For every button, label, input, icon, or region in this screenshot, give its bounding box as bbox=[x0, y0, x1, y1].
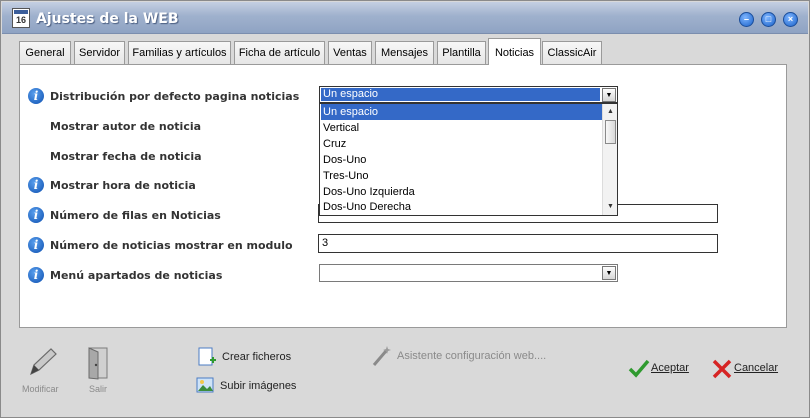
scroll-up-icon[interactable]: ▲ bbox=[604, 105, 617, 118]
chevron-down-icon[interactable]: ▼ bbox=[602, 266, 616, 280]
tab-noticias[interactable]: Noticias bbox=[488, 38, 541, 65]
mostrar-modulo-input[interactable]: 3 bbox=[318, 234, 718, 253]
distribucion-select[interactable]: Un espacio ▼ bbox=[319, 86, 618, 103]
image-upload-icon[interactable] bbox=[196, 376, 216, 396]
filas-label: Número de filas en Noticias bbox=[50, 209, 221, 222]
distribucion-label: Distribución por defecto pagina noticias bbox=[50, 90, 300, 103]
apartados-label: Menú apartados de noticias bbox=[50, 269, 223, 282]
info-icon[interactable]: i bbox=[28, 237, 44, 253]
calendar-app-icon: 16 bbox=[12, 8, 30, 28]
close-button[interactable]: × bbox=[783, 12, 798, 27]
apartados-select[interactable]: ▼ bbox=[319, 264, 618, 282]
scroll-thumb[interactable] bbox=[605, 120, 616, 144]
settings-window: 16 Ajustes de la WEB – □ × General Servi… bbox=[0, 0, 810, 418]
hora-label: Mostrar hora de noticia bbox=[50, 179, 196, 192]
tab-ventas[interactable]: Ventas bbox=[328, 41, 372, 64]
title-bar: 16 Ajustes de la WEB – □ × bbox=[2, 2, 808, 34]
pencil-icon[interactable] bbox=[25, 346, 59, 380]
tab-general[interactable]: General bbox=[19, 41, 71, 64]
mostrar-modulo-label: Número de noticias mostrar en modulo bbox=[50, 239, 293, 252]
tab-servidor[interactable]: Servidor bbox=[74, 41, 125, 64]
aceptar-button[interactable]: Aceptar bbox=[651, 362, 689, 374]
subir-imagenes-button[interactable]: Subir imágenes bbox=[220, 380, 296, 392]
cross-icon[interactable] bbox=[711, 358, 733, 380]
autor-label: Mostrar autor de noticia bbox=[50, 120, 202, 133]
fecha-label: Mostrar fecha de noticia bbox=[50, 150, 202, 163]
maximize-button[interactable]: □ bbox=[761, 12, 776, 27]
chevron-down-icon[interactable]: ▼ bbox=[602, 88, 616, 102]
magic-wand-icon[interactable] bbox=[371, 344, 393, 368]
scroll-down-icon[interactable]: ▼ bbox=[604, 200, 617, 213]
asistente-button[interactable]: Asistente configuración web.... bbox=[397, 350, 546, 362]
list-item[interactable]: Dos-Uno bbox=[321, 152, 602, 168]
list-item[interactable]: Vertical bbox=[321, 120, 602, 136]
new-file-icon[interactable] bbox=[197, 346, 217, 368]
crear-ficheros-button[interactable]: Crear ficheros bbox=[222, 351, 291, 363]
checkmark-icon[interactable] bbox=[628, 358, 650, 378]
salir-label[interactable]: Salir bbox=[89, 384, 107, 394]
info-icon[interactable]: i bbox=[28, 177, 44, 193]
list-item[interactable]: Dos-Uno Izquierda bbox=[321, 184, 602, 200]
info-icon[interactable]: i bbox=[28, 267, 44, 283]
modificar-label[interactable]: Modificar bbox=[22, 384, 59, 394]
tab-mensajes[interactable]: Mensajes bbox=[375, 41, 434, 64]
door-exit-icon[interactable] bbox=[85, 346, 111, 380]
minimize-button[interactable]: – bbox=[739, 12, 754, 27]
info-icon[interactable]: i bbox=[28, 207, 44, 223]
window-title: Ajustes de la WEB bbox=[36, 11, 179, 27]
dropdown-scrollbar[interactable]: ▲ ▼ bbox=[602, 104, 617, 215]
info-icon[interactable]: i bbox=[28, 88, 44, 104]
distribucion-options-list[interactable]: Un espacio Vertical Cruz Dos-Uno Tres-Un… bbox=[319, 103, 618, 216]
cancelar-button[interactable]: Cancelar bbox=[734, 362, 778, 374]
tab-familias[interactable]: Familias y artículos bbox=[128, 41, 231, 64]
tab-plantilla[interactable]: Plantilla bbox=[437, 41, 486, 64]
tab-classicair[interactable]: ClassicAir bbox=[542, 41, 602, 64]
list-item[interactable]: Un espacio bbox=[321, 104, 602, 120]
distribucion-selected-value: Un espacio bbox=[321, 88, 600, 101]
list-item[interactable]: Tres-Uno bbox=[321, 168, 602, 184]
list-item[interactable]: Dos-Uno Derecha bbox=[321, 199, 602, 215]
list-item[interactable]: Cruz bbox=[321, 136, 602, 152]
tab-ficha-articulo[interactable]: Ficha de artículo bbox=[234, 41, 325, 64]
